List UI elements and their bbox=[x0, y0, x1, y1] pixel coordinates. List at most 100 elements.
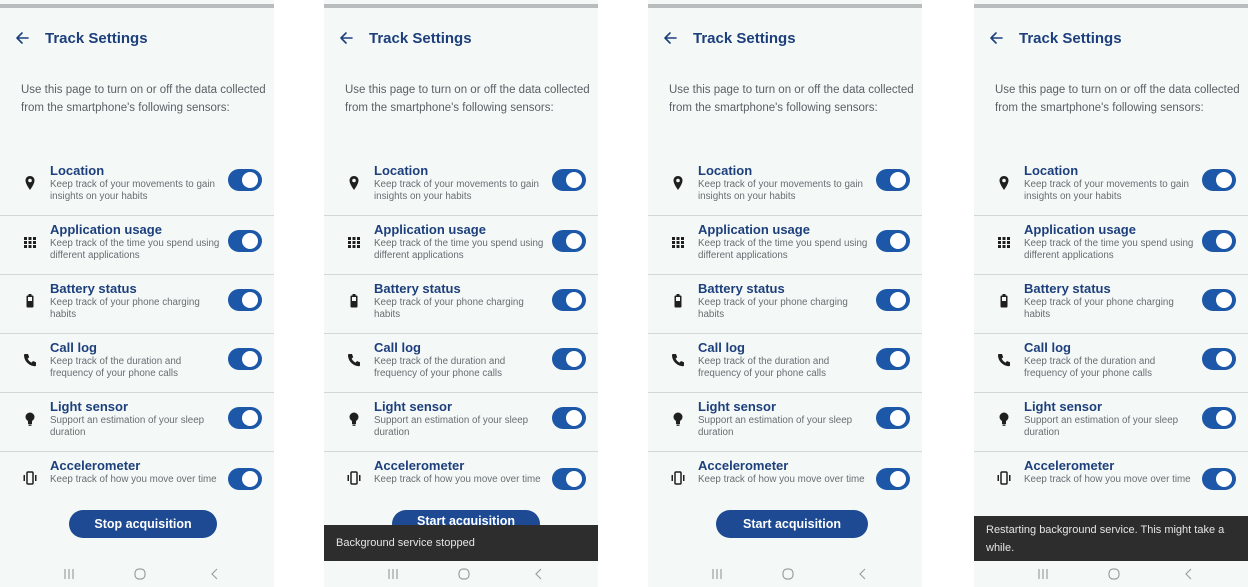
divider bbox=[0, 451, 274, 452]
light-sensor-toggle[interactable] bbox=[876, 407, 910, 429]
phone-icon bbox=[24, 354, 36, 367]
light-sensor-toggle[interactable] bbox=[228, 407, 262, 429]
toggle-knob bbox=[242, 351, 258, 367]
phone-screen-1: Track Settings Use this page to turn on … bbox=[0, 0, 274, 587]
home-icon[interactable] bbox=[781, 567, 795, 581]
sensor-label: Battery status bbox=[698, 281, 785, 296]
back-icon[interactable] bbox=[532, 567, 546, 581]
home-icon[interactable] bbox=[457, 567, 471, 581]
accelerometer-toggle[interactable] bbox=[876, 468, 910, 490]
stop-acquisition-button[interactable]: Stop acquisition bbox=[69, 510, 217, 538]
location-toggle[interactable] bbox=[876, 169, 910, 191]
battery-status-toggle[interactable] bbox=[228, 289, 262, 311]
toggle-knob bbox=[890, 410, 906, 426]
sensor-label: Call log bbox=[374, 340, 421, 355]
lightbulb-icon bbox=[349, 412, 359, 426]
application-usage-toggle[interactable] bbox=[876, 230, 910, 252]
app-grid-icon bbox=[24, 237, 36, 248]
battery-status-toggle[interactable] bbox=[876, 289, 910, 311]
sensor-row-battery-status: Battery status Keep track of your phone … bbox=[648, 281, 922, 337]
call-log-toggle[interactable] bbox=[552, 348, 586, 370]
accelerometer-toggle[interactable] bbox=[228, 468, 262, 490]
toggle-knob bbox=[890, 233, 906, 249]
divider bbox=[324, 274, 598, 275]
page-title: Track Settings bbox=[1019, 30, 1122, 47]
status-strip bbox=[974, 4, 1248, 8]
back-arrow-icon[interactable] bbox=[13, 28, 31, 48]
call-log-toggle[interactable] bbox=[876, 348, 910, 370]
divider bbox=[0, 274, 274, 275]
sensor-row-application-usage: Application usage Keep track of the time… bbox=[648, 222, 922, 278]
application-usage-toggle[interactable] bbox=[552, 230, 586, 252]
divider bbox=[974, 392, 1248, 393]
back-icon[interactable] bbox=[856, 567, 870, 581]
recent-apps-icon[interactable] bbox=[710, 567, 724, 581]
app-header: Track Settings bbox=[0, 28, 274, 50]
home-icon[interactable] bbox=[1107, 567, 1121, 581]
phone-screen-4: Track Settings Use this page to turn on … bbox=[974, 0, 1248, 587]
sensor-description: Keep track of the time you spend using d… bbox=[698, 238, 868, 261]
sensor-label: Light sensor bbox=[50, 399, 129, 414]
sensor-row-accelerometer: Accelerometer Keep track of how you move… bbox=[648, 458, 922, 508]
phone-icon bbox=[348, 354, 360, 367]
sensor-label: Application usage bbox=[1024, 222, 1136, 237]
location-pin-icon bbox=[999, 176, 1009, 190]
toggle-knob bbox=[1216, 471, 1232, 487]
vibration-icon bbox=[347, 471, 361, 485]
divider bbox=[0, 333, 274, 334]
back-arrow-icon[interactable] bbox=[987, 28, 1005, 48]
sensor-description: Support an estimation of your sleep dura… bbox=[698, 415, 853, 438]
toggle-knob bbox=[566, 292, 582, 308]
back-arrow-icon[interactable] bbox=[661, 28, 679, 48]
application-usage-toggle[interactable] bbox=[228, 230, 262, 252]
toggle-knob bbox=[1216, 410, 1232, 426]
home-icon[interactable] bbox=[133, 567, 147, 581]
intro-text: Use this page to turn on or off the data… bbox=[21, 84, 266, 114]
location-toggle[interactable] bbox=[552, 169, 586, 191]
start-acquisition-button[interactable]: Start acquisition bbox=[716, 510, 868, 538]
accelerometer-toggle[interactable] bbox=[552, 468, 586, 490]
vibration-icon bbox=[671, 471, 685, 485]
sensor-label: Application usage bbox=[50, 222, 162, 237]
toggle-knob bbox=[566, 410, 582, 426]
location-toggle[interactable] bbox=[1202, 169, 1236, 191]
sensor-label: Light sensor bbox=[374, 399, 453, 414]
back-arrow-icon[interactable] bbox=[337, 28, 355, 48]
sensor-row-battery-status: Battery status Keep track of your phone … bbox=[974, 281, 1248, 337]
back-icon[interactable] bbox=[1182, 567, 1196, 581]
sensor-description: Support an estimation of your sleep dura… bbox=[374, 415, 529, 438]
lightbulb-icon bbox=[25, 412, 35, 426]
sensor-label: Location bbox=[50, 163, 105, 178]
location-pin-icon bbox=[349, 176, 359, 190]
location-toggle[interactable] bbox=[228, 169, 262, 191]
sensor-row-light-sensor: Light sensor Support an estimation of yo… bbox=[648, 399, 922, 455]
phone-screen-3: Track Settings Use this page to turn on … bbox=[648, 0, 922, 587]
recent-apps-icon[interactable] bbox=[1036, 567, 1050, 581]
sensor-row-location: Location Keep track of your movements to… bbox=[0, 163, 274, 219]
recent-apps-icon[interactable] bbox=[62, 567, 76, 581]
toggle-knob bbox=[890, 471, 906, 487]
sensor-label: Light sensor bbox=[1024, 399, 1103, 414]
divider bbox=[324, 451, 598, 452]
toggle-knob bbox=[566, 233, 582, 249]
application-usage-toggle[interactable] bbox=[1202, 230, 1236, 252]
sensor-description: Keep track of how you move over time bbox=[374, 474, 541, 485]
call-log-toggle[interactable] bbox=[228, 348, 262, 370]
sensor-description: Keep track of the time you spend using d… bbox=[50, 238, 220, 261]
call-log-toggle[interactable] bbox=[1202, 348, 1236, 370]
toggle-knob bbox=[1216, 233, 1232, 249]
system-navbar bbox=[324, 561, 598, 587]
sensor-description: Keep track of your movements to gain ins… bbox=[698, 179, 863, 202]
recent-apps-icon[interactable] bbox=[386, 567, 400, 581]
sensor-row-accelerometer: Accelerometer Keep track of how you move… bbox=[324, 458, 598, 508]
divider bbox=[324, 333, 598, 334]
divider bbox=[0, 392, 274, 393]
toggle-knob bbox=[242, 410, 258, 426]
light-sensor-toggle[interactable] bbox=[1202, 407, 1236, 429]
sensor-row-light-sensor: Light sensor Support an estimation of yo… bbox=[324, 399, 598, 455]
battery-status-toggle[interactable] bbox=[1202, 289, 1236, 311]
accelerometer-toggle[interactable] bbox=[1202, 468, 1236, 490]
back-icon[interactable] bbox=[208, 567, 222, 581]
light-sensor-toggle[interactable] bbox=[552, 407, 586, 429]
battery-status-toggle[interactable] bbox=[552, 289, 586, 311]
